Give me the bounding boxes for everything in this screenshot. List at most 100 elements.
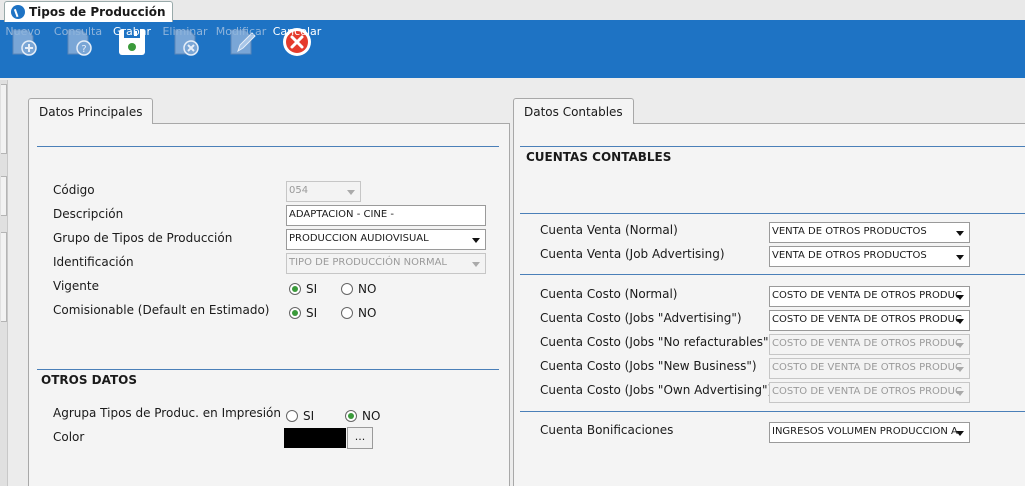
costo-advertising-value: COSTO DE VENTA DE OTROS PRODUC (772, 314, 962, 325)
costo-normal-value: COSTO DE VENTA DE OTROS PRODUC (772, 290, 962, 301)
vigente-label: Vigente (53, 279, 99, 293)
vigente-no-label: NO (358, 282, 377, 296)
chevron-down-icon (472, 262, 480, 267)
bonificaciones-value: INGRESOS VOLUMEN PRODUCCION A (772, 426, 958, 437)
codigo-select[interactable]: 054 (286, 181, 361, 202)
svg-text:?: ? (81, 44, 86, 55)
chevron-down-icon (956, 295, 964, 300)
tab-datos-contables[interactable]: Datos Contables (513, 98, 634, 124)
costo-no-refacturables-value: COSTO DE VENTA DE OTROS PRODUC (772, 338, 962, 349)
app-logo-icon (11, 5, 25, 19)
agrupa-no-label: NO (362, 409, 381, 423)
radio-selected-icon (345, 410, 357, 422)
costo-own-advertising-select[interactable]: COSTO DE VENTA DE OTROS PRODUC (769, 382, 970, 403)
radio-selected-icon (289, 283, 301, 295)
venta-job-value: VENTA DE OTROS PRODUCTOS (772, 250, 927, 261)
costo-own-advertising-label: Cuenta Costo (Jobs "Own Advertising") (540, 383, 773, 397)
vigente-no-radio[interactable]: NO (341, 282, 376, 296)
identificacion-select[interactable]: TIPO DE PRODUCCIÓN NORMAL (286, 253, 486, 274)
radio-selected-icon (289, 307, 301, 319)
gutter-handle[interactable] (1, 176, 7, 216)
tab-datos-principales[interactable]: Datos Principales (28, 98, 154, 124)
divider (37, 146, 499, 147)
datos-contables-panel: CUENTAS CONTABLES Cuenta Venta (Normal) … (513, 123, 1025, 486)
costo-new-business-value: COSTO DE VENTA DE OTROS PRODUC (772, 362, 962, 373)
costo-new-business-label: Cuenta Costo (Jobs "New Business") (540, 359, 757, 373)
agrupa-label: Agrupa Tipos de Produc. en Impresión (53, 406, 282, 420)
comisionable-no-radio[interactable]: NO (341, 306, 376, 320)
costo-advertising-label: Cuenta Costo (Jobs "Advertising") (540, 311, 742, 325)
grupo-select[interactable]: PRODUCCION AUDIOVISUAL (286, 229, 486, 250)
cancelar-button[interactable]: Cancelar (272, 22, 322, 78)
grabar-button[interactable]: Grabar (112, 22, 152, 78)
agrupa-no-radio[interactable]: NO (345, 409, 380, 423)
window-tabstrip: Tipos de Producción (0, 0, 1025, 22)
toolbar: Nuevo ? Consulta Grabar Eliminar Modific… (0, 22, 1025, 78)
consulta-label: Consulta (53, 25, 103, 38)
codigo-label: Código (53, 183, 95, 197)
divider (520, 274, 1025, 275)
chevron-down-icon (956, 391, 964, 396)
color-swatch (284, 428, 346, 448)
color-label: Color (53, 430, 85, 444)
chevron-down-icon (956, 319, 964, 324)
descripcion-value: ADAPTACION - CINE - (289, 209, 394, 220)
codigo-value: 054 (289, 185, 309, 196)
comisionable-si-label: SI (306, 306, 318, 320)
cancelar-label: Cancelar (272, 25, 322, 38)
venta-job-select[interactable]: VENTA DE OTROS PRODUCTOS (769, 246, 970, 267)
costo-advertising-select[interactable]: COSTO DE VENTA DE OTROS PRODUC (769, 310, 970, 331)
costo-normal-select[interactable]: COSTO DE VENTA DE OTROS PRODUC (769, 286, 970, 307)
descripcion-input[interactable]: ADAPTACION - CINE - (286, 205, 486, 226)
venta-normal-select[interactable]: VENTA DE OTROS PRODUCTOS (769, 222, 970, 243)
identificacion-label: Identificación (53, 255, 134, 269)
vigente-si-radio[interactable]: SI (289, 282, 317, 296)
venta-normal-label: Cuenta Venta (Normal) (540, 223, 678, 237)
chevron-down-icon (956, 255, 964, 260)
costo-new-business-select[interactable]: COSTO DE VENTA DE OTROS PRODUC (769, 358, 970, 379)
chevron-down-icon (347, 190, 355, 195)
eliminar-button[interactable]: Eliminar (162, 22, 208, 78)
radio-unselected-icon (341, 307, 353, 319)
bonificaciones-select[interactable]: INGRESOS VOLUMEN PRODUCCION A (769, 422, 970, 443)
chevron-down-icon (472, 238, 480, 243)
gutter-handle[interactable] (1, 232, 7, 322)
gutter-handle[interactable] (1, 84, 7, 154)
modificar-button[interactable]: Modificar (215, 22, 267, 78)
document-tab-label: Tipos de Producción (29, 5, 166, 19)
consulta-button[interactable]: ? Consulta (54, 22, 102, 78)
costo-own-advertising-value: COSTO DE VENTA DE OTROS PRODUC (772, 386, 962, 397)
tab-datos-principales-label: Datos Principales (39, 104, 143, 119)
nuevo-button[interactable]: Nuevo (4, 22, 42, 78)
chevron-down-icon (956, 431, 964, 436)
divider (37, 369, 499, 370)
datos-principales-panel: Código 054 Descripción ADAPTACION - CINE… (28, 123, 510, 486)
agrupa-si-radio[interactable]: SI (286, 409, 314, 423)
ellipsis-label: ... (354, 430, 366, 443)
chevron-down-icon (956, 343, 964, 348)
document-tab[interactable]: Tipos de Producción (4, 1, 173, 22)
comisionable-no-label: NO (358, 306, 377, 320)
divider (520, 213, 1025, 214)
bonificaciones-label: Cuenta Bonificaciones (540, 423, 674, 437)
comisionable-si-radio[interactable]: SI (289, 306, 317, 320)
eliminar-label: Eliminar (162, 25, 208, 38)
vigente-si-label: SI (306, 282, 318, 296)
color-picker-button[interactable]: ... (347, 427, 373, 449)
modificar-label: Modificar (215, 25, 267, 38)
venta-normal-value: VENTA DE OTROS PRODUCTOS (772, 226, 927, 237)
radio-unselected-icon (286, 410, 298, 422)
costo-no-refacturables-select[interactable]: COSTO DE VENTA DE OTROS PRODUC (769, 334, 970, 355)
radio-unselected-icon (341, 283, 353, 295)
agrupa-si-label: SI (303, 409, 315, 423)
tab-datos-contables-label: Datos Contables (524, 104, 623, 119)
cuentas-contables-title: CUENTAS CONTABLES (526, 150, 672, 164)
comisionable-label: Comisionable (Default en Estimado) (53, 303, 270, 317)
left-gutter (0, 80, 8, 486)
otros-datos-title: OTROS DATOS (41, 373, 137, 387)
costo-normal-label: Cuenta Costo (Normal) (540, 287, 678, 301)
identificacion-value: TIPO DE PRODUCCIÓN NORMAL (289, 257, 447, 268)
chevron-down-icon (956, 231, 964, 236)
grabar-label: Grabar (112, 25, 152, 38)
venta-job-label: Cuenta Venta (Job Advertising) (540, 247, 725, 261)
